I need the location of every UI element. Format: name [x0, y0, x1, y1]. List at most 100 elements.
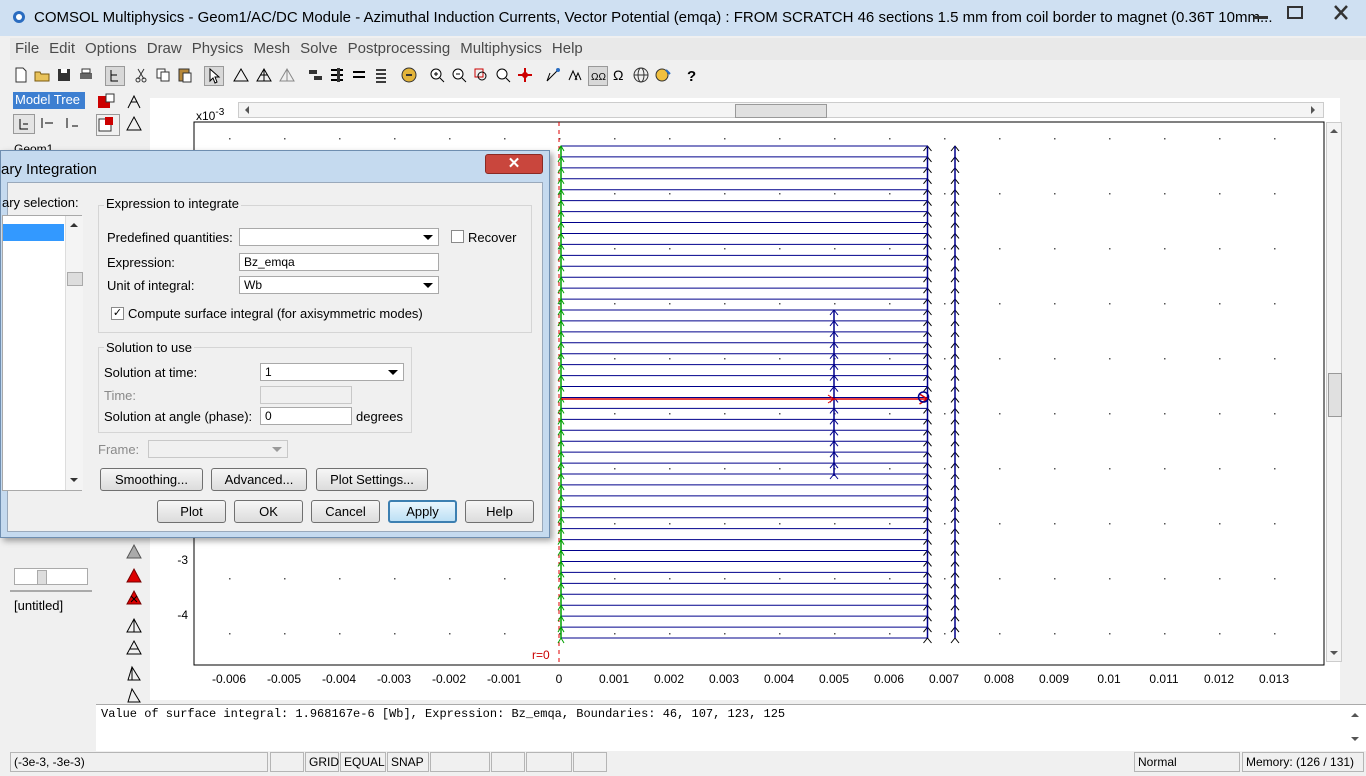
animation-icon[interactable] — [654, 66, 672, 84]
print-icon[interactable] — [77, 66, 95, 84]
subdomain-settings-icon[interactable] — [328, 66, 346, 84]
grid-dot — [999, 523, 1001, 525]
x-tick-label: 0.013 — [1259, 672, 1289, 686]
tree-expand-icon[interactable] — [37, 114, 57, 132]
help-icon[interactable]: ? — [682, 66, 700, 84]
zoom-out-icon[interactable] — [450, 66, 468, 84]
draw-edge-icon[interactable] — [124, 92, 144, 112]
unit-of-integral-select[interactable]: Wb — [239, 276, 439, 294]
status-toggle-3[interactable] — [491, 752, 525, 772]
close-window-icon[interactable] — [1324, 2, 1358, 24]
menu-file[interactable]: File — [10, 38, 44, 59]
solution-at-time-select[interactable]: 1 — [260, 363, 404, 381]
status-toggle-5[interactable] — [573, 752, 607, 772]
menu-options[interactable]: Options — [80, 38, 142, 59]
scalar-variables-icon[interactable] — [372, 66, 390, 84]
select-arrow-icon[interactable] — [204, 66, 224, 86]
minimize-icon[interactable] — [1246, 2, 1276, 24]
pan-icon[interactable] — [516, 66, 534, 84]
cancel-button[interactable]: Cancel — [311, 500, 380, 523]
snap-toggle[interactable]: SNAP — [387, 752, 429, 772]
model-tree-toggle-icon[interactable] — [105, 66, 125, 86]
compute-surface-integral-checkbox[interactable]: ✓ — [111, 307, 124, 320]
tree-collapse-icon[interactable] — [62, 114, 82, 132]
plot-button[interactable]: Plot — [157, 500, 226, 523]
outline-triangle-icon[interactable] — [124, 616, 144, 636]
save-icon[interactable] — [55, 66, 73, 84]
menu-edit[interactable]: Edit — [44, 38, 80, 59]
split-triangle-icon[interactable] — [124, 638, 144, 658]
scroll-down-icon[interactable] — [1329, 649, 1339, 657]
status-toggle-2[interactable] — [430, 752, 490, 772]
triangle-icon[interactable] — [124, 114, 144, 134]
list-scroll-up-icon[interactable] — [69, 221, 79, 229]
x-tick-label: -0.001 — [487, 672, 521, 686]
subdomain-integration-icon[interactable] — [566, 66, 584, 84]
apply-button[interactable]: Apply — [388, 500, 457, 523]
grid-dot — [614, 138, 616, 140]
menu-postprocessing[interactable]: Postprocessing — [343, 38, 456, 59]
frame-select[interactable] — [148, 440, 288, 458]
menu-solve[interactable]: Solve — [295, 38, 343, 59]
omega-icon[interactable]: Ω — [610, 66, 628, 84]
grid-toggle[interactable]: GRID — [305, 752, 339, 772]
dialog-close-icon[interactable]: ✕ — [485, 154, 543, 174]
advanced-button[interactable]: Advanced... — [211, 468, 307, 491]
scroll-up-icon[interactable] — [1329, 127, 1339, 135]
model-tree-tab[interactable]: Model Tree — [13, 92, 85, 109]
boundary-selection-list[interactable] — [2, 215, 83, 491]
subdomain-mode-icon[interactable] — [96, 92, 118, 112]
status-toggle-4[interactable] — [526, 752, 572, 772]
tree-horizontal-scrollbar[interactable] — [14, 568, 88, 585]
menu-physics[interactable]: Physics — [187, 38, 249, 59]
predefined-quantities-select[interactable] — [239, 228, 439, 246]
smoothing-button[interactable]: Smoothing... — [100, 468, 203, 491]
maximize-icon[interactable] — [1280, 2, 1310, 24]
mesh-refine-icon[interactable] — [278, 66, 296, 84]
menu-help[interactable]: Help — [547, 38, 588, 59]
help-button[interactable]: Help — [465, 500, 534, 523]
grid-dot — [669, 413, 671, 415]
cut-icon[interactable] — [132, 66, 150, 84]
solution-group-label: Solution to use — [104, 340, 195, 355]
equal-lines-icon[interactable] — [350, 66, 368, 84]
equal-toggle[interactable]: EQUAL — [340, 752, 386, 772]
plot-settings-button[interactable]: Plot Settings... — [316, 468, 428, 491]
menu-draw[interactable]: Draw — [142, 38, 187, 59]
new-file-icon[interactable] — [12, 66, 30, 84]
zoom-in-icon[interactable] — [428, 66, 446, 84]
menu-mesh[interactable]: Mesh — [248, 38, 295, 59]
zoom-extents-icon[interactable] — [494, 66, 512, 84]
filled-triangle-icon[interactable] — [124, 542, 144, 562]
menu-multiphysics[interactable]: Multiphysics — [455, 38, 547, 59]
red-triangle-cross-icon[interactable] — [124, 588, 144, 608]
time-input[interactable] — [260, 386, 352, 404]
boundary-settings-icon[interactable] — [306, 66, 324, 84]
log-scroll-up-icon[interactable] — [1350, 711, 1360, 719]
paste-icon[interactable] — [176, 66, 194, 84]
log-scroll-down-icon[interactable] — [1350, 735, 1360, 743]
boundary-integration-icon[interactable]: ΩΩ — [588, 66, 608, 86]
expression-input[interactable]: Bz_emqa — [239, 253, 439, 271]
recover-checkbox[interactable] — [451, 230, 464, 243]
list-scroll-down-icon[interactable] — [69, 476, 79, 484]
skew-triangle-2-icon[interactable] — [124, 686, 144, 706]
red-triangle-icon[interactable] — [124, 566, 144, 586]
sphere-grid-icon[interactable] — [632, 66, 650, 84]
open-folder-icon[interactable] — [33, 66, 51, 84]
ok-button[interactable]: OK — [234, 500, 303, 523]
solution-angle-input[interactable]: 0 — [260, 407, 352, 425]
x-tick-label: -0.006 — [212, 672, 246, 686]
skew-triangle-icon[interactable] — [124, 664, 144, 684]
selected-boundary-item[interactable] — [3, 224, 64, 241]
solve-icon[interactable] — [400, 66, 418, 84]
draw-mesh-triangle-icon[interactable] — [255, 66, 273, 84]
boundary-mode-icon[interactable] — [96, 114, 120, 136]
plot-parameters-icon[interactable] — [544, 66, 562, 84]
zoom-window-icon[interactable] — [472, 66, 490, 84]
plot-vertical-scrollbar[interactable] — [1326, 122, 1342, 662]
tree-view-icon[interactable] — [13, 114, 35, 134]
draw-triangle-icon[interactable] — [232, 66, 250, 84]
copy-icon[interactable] — [154, 66, 172, 84]
boundary-list-scrollbar[interactable] — [65, 216, 83, 490]
